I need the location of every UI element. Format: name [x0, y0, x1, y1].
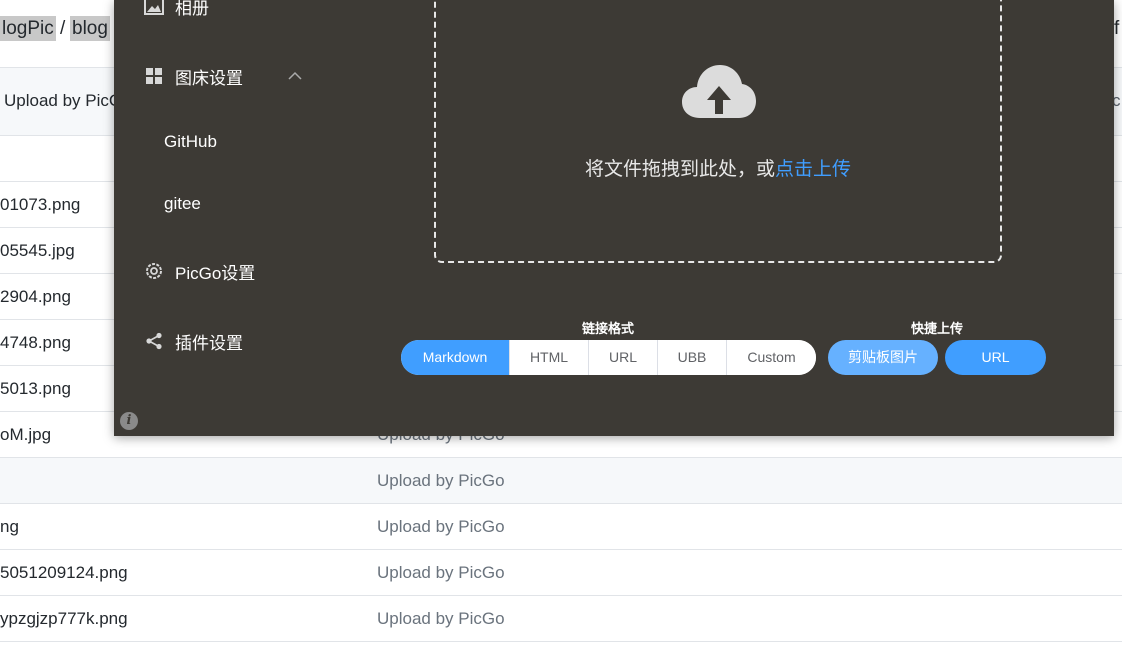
file-commit-message[interactable]: Upload by PicGo — [377, 609, 505, 629]
format-option-markdown[interactable]: Markdown — [401, 340, 509, 375]
grid-icon — [144, 66, 164, 86]
file-commit-message[interactable]: Upload by PicGo — [377, 517, 505, 537]
file-name-link[interactable]: 5051209124.png — [0, 563, 128, 583]
upload-drag-text: 将文件拖拽到此处，或 — [584, 159, 775, 180]
breadcrumb-separator: / — [60, 18, 66, 39]
file-commit-message[interactable]: Upload by PicGo — [377, 471, 505, 491]
nav-sub-item-github[interactable]: GitHub — [164, 132, 217, 152]
format-option-html[interactable]: HTML — [509, 340, 588, 375]
nav-item-label: 插件设置 — [175, 333, 243, 353]
file-name-link[interactable]: 2904.png — [0, 287, 71, 307]
table-row: Upload by PicGo — [0, 458, 1122, 504]
table-row: 5051209124.png Upload by PicGo — [0, 550, 1122, 596]
file-name-link[interactable]: 5013.png — [0, 379, 71, 399]
cloud-upload-icon — [682, 62, 756, 125]
gear-icon — [144, 261, 164, 281]
share-icon — [144, 331, 164, 351]
nav-item-picgo-settings[interactable]: PicGo设置 — [144, 259, 255, 283]
breadcrumb-folder-link[interactable]: blog — [70, 16, 110, 41]
breadcrumb-repo-link[interactable]: logPic — [0, 16, 56, 41]
nav-item-picbed-settings[interactable]: 图床设置 — [144, 64, 243, 88]
file-name-link[interactable]: ypzgjzp777k.png — [0, 609, 128, 629]
latest-commit-message[interactable]: Upload by PicG — [4, 91, 122, 111]
nav-sub-item-gitee[interactable]: gitee — [164, 194, 201, 214]
nav-item-album[interactable]: 相册 — [144, 0, 209, 18]
file-name-link[interactable]: 4748.png — [0, 333, 71, 353]
picgo-window: 相册 图床设置 GitHub gitee PicGo设置 插件设置 将文件拖拽到… — [114, 0, 1114, 436]
info-icon[interactable]: i — [120, 412, 138, 430]
upload-drop-zone[interactable]: 将文件拖拽到此处，或点击上传 — [434, 0, 1002, 263]
chevron-up-icon[interactable] — [288, 68, 302, 86]
click-upload-link[interactable]: 点击上传 — [775, 159, 851, 180]
image-icon — [144, 0, 164, 16]
format-option-custom[interactable]: Custom — [726, 340, 816, 375]
format-option-ubb[interactable]: UBB — [657, 340, 726, 375]
file-name-link[interactable]: oM.jpg — [0, 425, 51, 445]
nav-item-plugin-settings[interactable]: 插件设置 — [144, 329, 243, 353]
clipboard-upload-button[interactable]: 剪贴板图片 — [828, 340, 938, 375]
file-commit-message[interactable]: Upload by PicGo — [377, 563, 505, 583]
url-upload-button[interactable]: URL — [945, 340, 1046, 375]
link-format-group: Markdown HTML URL UBB Custom — [401, 340, 816, 375]
file-name-link[interactable]: ng — [0, 517, 19, 537]
nav-item-label: 图床设置 — [175, 68, 243, 88]
table-row: ypzgjzp777k.png Upload by PicGo — [0, 596, 1122, 642]
link-format-label: 链接格式 — [581, 321, 634, 336]
format-option-url[interactable]: URL — [588, 340, 657, 375]
quick-upload-label: 快捷上传 — [910, 321, 963, 336]
breadcrumb-right-text: f — [1114, 18, 1120, 39]
file-name-link[interactable]: 05545.jpg — [0, 241, 75, 261]
table-row: ng Upload by PicGo — [0, 504, 1122, 550]
nav-item-label: 相册 — [175, 0, 209, 18]
upload-instruction: 将文件拖拽到此处，或点击上传 — [436, 154, 1000, 181]
nav-item-label: PicGo设置 — [175, 263, 256, 283]
file-name-link[interactable]: 01073.png — [0, 195, 80, 215]
